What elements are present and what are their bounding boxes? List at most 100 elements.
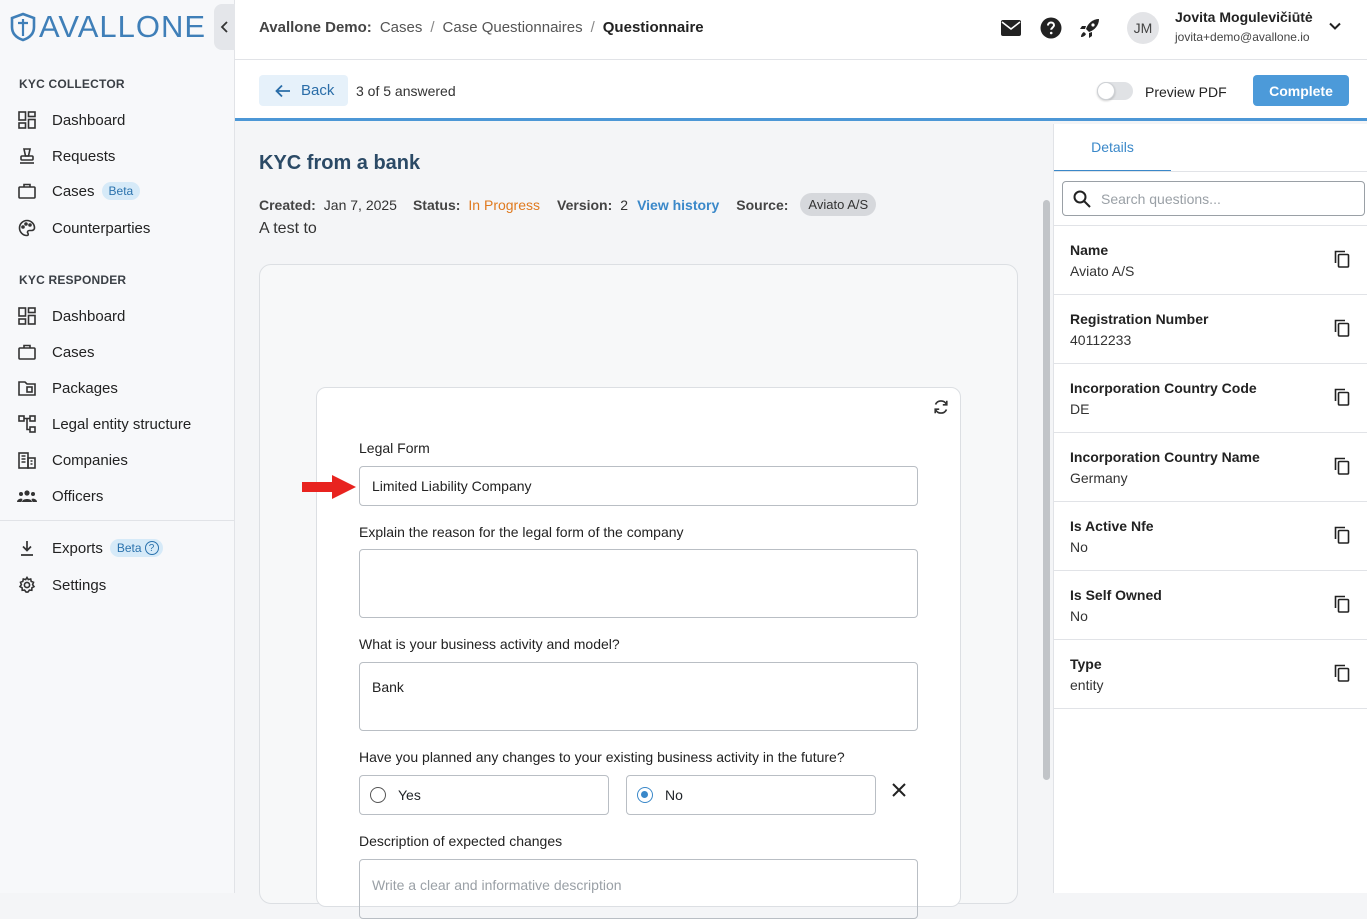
search-input[interactable] bbox=[1101, 190, 1331, 207]
user-email: jovita+demo@avallone.io bbox=[1175, 30, 1310, 44]
sidebar-item-responder-cases[interactable]: Cases bbox=[0, 334, 234, 370]
sidebar-item-exports[interactable]: Exports Beta? bbox=[0, 530, 234, 566]
arrow-left-icon bbox=[275, 84, 291, 98]
hierarchy-icon bbox=[17, 414, 37, 434]
breadcrumb-questionnaire: Questionnaire bbox=[602, 19, 704, 36]
detail-row-incorporation-country-code: Incorporation Country Code DE bbox=[1054, 364, 1367, 433]
red-arrow-annotation-icon bbox=[302, 475, 356, 499]
page-title: KYC from a bank bbox=[259, 152, 421, 174]
sidebar-item-collector-dashboard[interactable]: Dashboard bbox=[0, 102, 234, 138]
preview-pdf-toggle[interactable] bbox=[1097, 82, 1133, 100]
help-icon[interactable]: ? bbox=[144, 541, 159, 555]
chevron-left-icon bbox=[220, 21, 230, 33]
status-label: Status: bbox=[412, 196, 461, 213]
breadcrumb: Avallone Demo: Cases / Case Questionnair… bbox=[259, 19, 704, 36]
radio-option-no[interactable]: No bbox=[626, 775, 876, 815]
folder-icon bbox=[17, 378, 37, 398]
breadcrumb-case-questionnaires[interactable]: Case Questionnaires bbox=[443, 19, 583, 36]
legal-form-input[interactable]: Limited Liability Company bbox=[359, 466, 918, 506]
copy-icon[interactable] bbox=[1334, 457, 1350, 475]
breadcrumb-cases[interactable]: Cases bbox=[380, 19, 423, 36]
breadcrumb-separator: / bbox=[590, 19, 595, 36]
sidebar-item-legal-entity-structure[interactable]: Legal entity structure bbox=[0, 406, 234, 442]
collapse-sidebar-button[interactable] bbox=[214, 4, 235, 50]
detail-key: Name bbox=[1070, 242, 1109, 258]
chevron-down-icon[interactable] bbox=[1327, 18, 1343, 34]
copy-icon[interactable] bbox=[1334, 388, 1350, 406]
created-label: Created: bbox=[259, 196, 316, 213]
rocket-icon[interactable] bbox=[1078, 16, 1102, 40]
palette-icon bbox=[17, 218, 37, 238]
sidebar-item-packages[interactable]: Packages bbox=[0, 370, 234, 406]
copy-icon[interactable] bbox=[1334, 319, 1350, 337]
source-chip[interactable]: Aviato A/S bbox=[800, 193, 877, 216]
detail-row-type: Type entity bbox=[1054, 640, 1367, 709]
complete-button[interactable]: Complete bbox=[1253, 75, 1349, 106]
dashboard-icon bbox=[17, 306, 37, 326]
detail-row-incorporation-country-name: Incorporation Country Name Germany bbox=[1054, 433, 1367, 502]
sidebar-item-label: Counterparties bbox=[52, 219, 151, 237]
radio-option-yes[interactable]: Yes bbox=[359, 775, 609, 815]
avallone-logo[interactable]: AVALLONE bbox=[10, 9, 207, 44]
gear-icon bbox=[17, 575, 37, 595]
briefcase-icon bbox=[17, 181, 37, 201]
view-history-link[interactable]: View history bbox=[637, 197, 719, 213]
beta-badge-label: Beta bbox=[116, 541, 142, 555]
questionnaire-description: A test to bbox=[259, 220, 317, 237]
beta-badge: Beta? bbox=[109, 539, 163, 557]
sidebar-item-label: Settings bbox=[52, 576, 107, 594]
preview-pdf-label: Preview PDF bbox=[1145, 84, 1227, 100]
sidebar-item-counterparties[interactable]: Counterparties bbox=[0, 210, 234, 246]
close-icon[interactable] bbox=[891, 782, 907, 798]
sidebar-item-requests[interactable]: Requests bbox=[0, 138, 234, 174]
answered-count: 3 of 5 answered bbox=[356, 83, 456, 99]
breadcrumb-separator: / bbox=[430, 19, 435, 36]
detail-value: DE bbox=[1070, 401, 1090, 417]
detail-value: 40112233 bbox=[1070, 332, 1132, 348]
expected-changes-textarea[interactable]: Write a clear and informative descriptio… bbox=[359, 859, 918, 919]
question-section-card: Legal Form Limited Liability Company Exp… bbox=[316, 387, 961, 919]
details-panel: Details Name Aviato A/S Registration Num… bbox=[1053, 124, 1367, 893]
main-scrollbar[interactable] bbox=[1043, 200, 1050, 780]
sidebar: AVALLONE KYC COLLECTOR Dashboard Request… bbox=[0, 0, 235, 893]
sidebar-item-officers[interactable]: Officers bbox=[0, 478, 234, 514]
refresh-icon[interactable] bbox=[932, 398, 950, 416]
brand-name: AVALLONE bbox=[39, 9, 207, 44]
detail-row-is-self-owned: Is Self Owned No bbox=[1054, 571, 1367, 640]
sidebar-item-label: Dashboard bbox=[52, 111, 126, 129]
copy-icon[interactable] bbox=[1334, 526, 1350, 544]
copy-icon[interactable] bbox=[1334, 595, 1350, 613]
stamp-icon bbox=[17, 146, 37, 166]
questionnaire-toolbar: Back 3 of 5 answered Preview PDF Complet… bbox=[235, 60, 1367, 121]
legal-form-reason-textarea[interactable] bbox=[359, 549, 918, 618]
detail-value: No bbox=[1070, 539, 1088, 555]
mail-icon[interactable] bbox=[999, 16, 1023, 40]
user-name[interactable]: Jovita Mogulevičiūtė bbox=[1175, 9, 1313, 25]
sidebar-item-cases[interactable]: Cases Beta bbox=[0, 173, 234, 209]
business-activity-textarea[interactable]: Bank bbox=[359, 662, 918, 731]
tab-details[interactable]: Details bbox=[1054, 124, 1171, 172]
sidebar-item-label: Cases bbox=[52, 343, 95, 361]
sidebar-item-label: Exports bbox=[52, 539, 103, 557]
questionnaire-meta: Created: Jan 7, 2025 Status: In Progress… bbox=[259, 193, 877, 216]
detail-value: entity bbox=[1070, 677, 1104, 693]
back-button[interactable]: Back bbox=[259, 75, 348, 106]
kyc-collector-heading: KYC COLLECTOR bbox=[19, 77, 125, 91]
dashboard-icon bbox=[17, 110, 37, 130]
help-icon[interactable] bbox=[1039, 16, 1063, 40]
question-label: Explain the reason for the legal form of… bbox=[359, 524, 684, 540]
sidebar-item-label: Dashboard bbox=[52, 307, 126, 325]
copy-icon[interactable] bbox=[1334, 664, 1350, 682]
sidebar-item-responder-dashboard[interactable]: Dashboard bbox=[0, 298, 234, 334]
sidebar-item-settings[interactable]: Settings bbox=[0, 567, 234, 603]
radio-label: Yes bbox=[398, 787, 421, 803]
copy-icon[interactable] bbox=[1334, 250, 1350, 268]
detail-key: Incorporation Country Name bbox=[1070, 449, 1260, 465]
detail-key: Incorporation Country Code bbox=[1070, 380, 1257, 396]
source-label: Source: bbox=[736, 196, 789, 213]
detail-key: Type bbox=[1070, 656, 1102, 672]
sidebar-item-companies[interactable]: Companies bbox=[0, 442, 234, 478]
search-questions[interactable] bbox=[1062, 181, 1365, 216]
avatar[interactable]: JM bbox=[1127, 12, 1159, 44]
back-label: Back bbox=[301, 82, 335, 99]
